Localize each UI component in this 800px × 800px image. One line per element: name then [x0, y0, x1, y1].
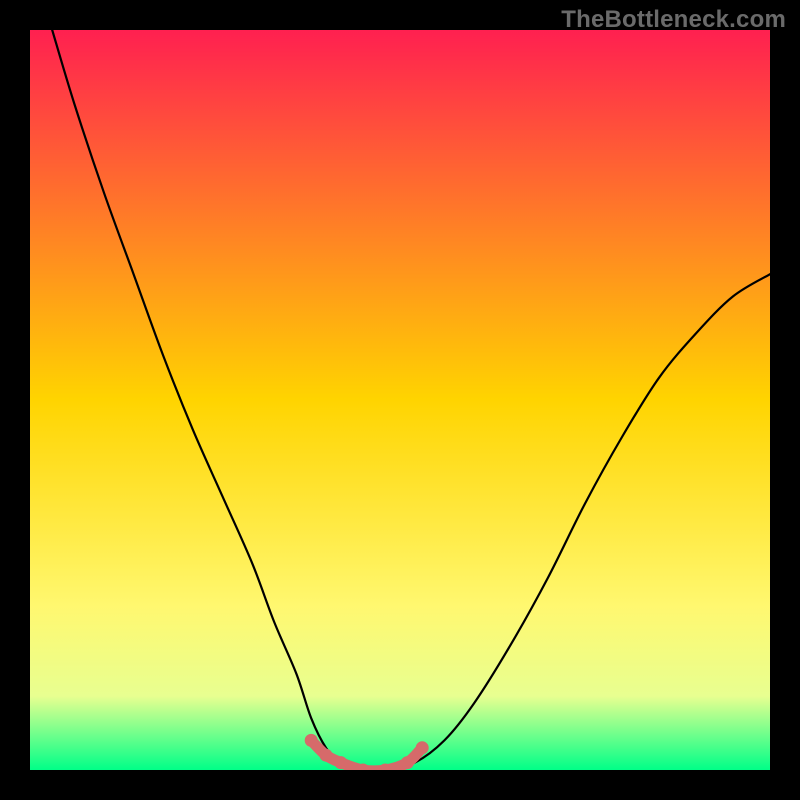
highlight-dot [334, 756, 347, 769]
chart-frame: TheBottleneck.com [0, 0, 800, 800]
highlight-dot [305, 734, 318, 747]
plot-area [30, 30, 770, 770]
highlight-dot [416, 741, 429, 754]
highlight-dot [401, 756, 414, 769]
highlight-dot [320, 749, 333, 762]
bottleneck-chart [30, 30, 770, 770]
gradient-background [30, 30, 770, 770]
